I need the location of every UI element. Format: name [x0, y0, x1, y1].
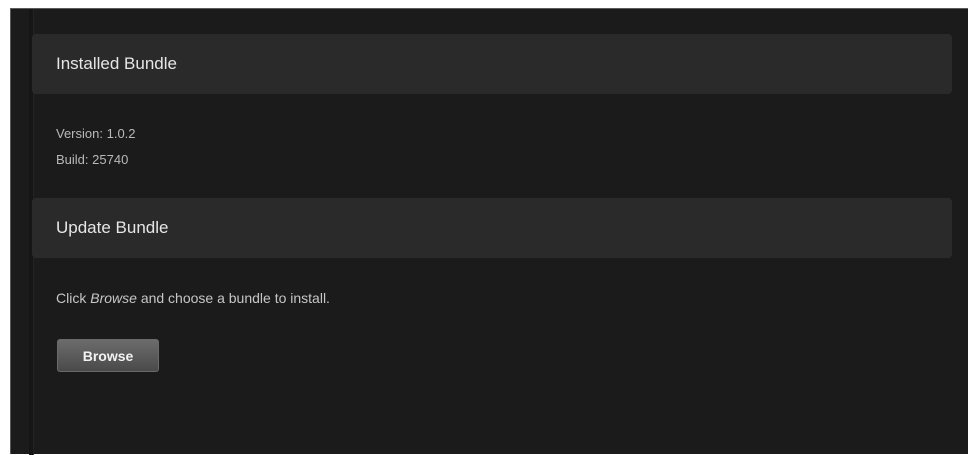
version-line: Version: 1.0.2: [56, 126, 136, 141]
instruction-suffix: and choose a bundle to install.: [140, 290, 330, 306]
instruction-prefix: Click: [56, 290, 87, 306]
build-line: Build: 25740: [56, 152, 128, 167]
installed-bundle-title: Installed Bundle: [56, 54, 177, 73]
build-label: Build:: [56, 152, 89, 167]
version-value: 1.0.2: [106, 126, 136, 141]
settings-panel: Installed Bundle Version: 1.0.2 Build: 2…: [10, 8, 968, 455]
build-value: 25740: [92, 152, 129, 167]
instruction-emphasis: Browse: [90, 290, 137, 306]
browse-button[interactable]: Browse: [57, 339, 159, 372]
installed-bundle-header: Installed Bundle: [32, 34, 952, 94]
update-bundle-header: Update Bundle: [32, 198, 952, 258]
update-instruction: Click Browse and choose a bundle to inst…: [56, 290, 330, 306]
update-bundle-title: Update Bundle: [56, 218, 169, 237]
version-label: Version:: [56, 126, 103, 141]
